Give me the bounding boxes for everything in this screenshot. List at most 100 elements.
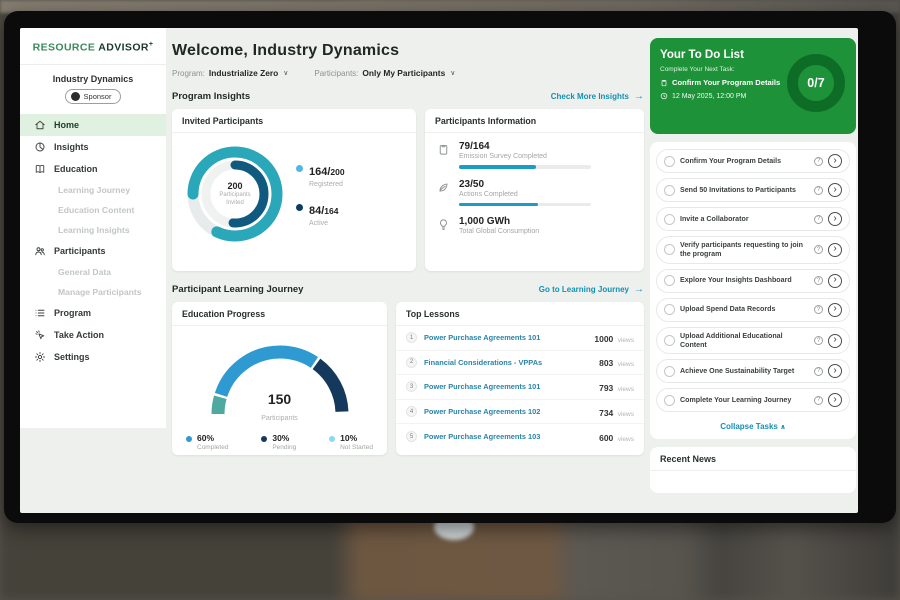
info-label: Total Global Consumption bbox=[459, 228, 539, 235]
lesson-row: 5 Power Purchase Agreements 103 600 view… bbox=[396, 424, 644, 449]
monitor-bezel: RESOURCE ADVISOR+ Industry Dynamics Spon… bbox=[4, 11, 896, 523]
task-checkbox[interactable] bbox=[664, 304, 675, 315]
lesson-title-link[interactable]: Power Purchase Agreements 101 bbox=[424, 382, 592, 391]
sidebar: RESOURCE ADVISOR+ Industry Dynamics Spon… bbox=[20, 28, 166, 428]
info-value: 79/164 bbox=[459, 141, 591, 152]
todo-tasks-card: Confirm Your Program Details ? › Send 50… bbox=[650, 142, 856, 439]
collapse-tasks-link[interactable]: Collapse Tasks ∧ bbox=[656, 417, 850, 435]
sidebar-item-label: Participants bbox=[54, 246, 106, 256]
settings-icon bbox=[34, 351, 46, 363]
todo-task-confirm-your-program-details[interactable]: Confirm Your Program Details ? › bbox=[656, 149, 850, 173]
lesson-rank: 5 bbox=[406, 431, 417, 442]
todo-task-complete-your-learning-journey[interactable]: Complete Your Learning Journey ? › bbox=[656, 388, 850, 412]
task-checkbox[interactable] bbox=[664, 395, 675, 406]
sidebar-item-education-content[interactable]: Education Content bbox=[20, 200, 166, 220]
sidebar-item-label: Learning Journey bbox=[58, 185, 130, 195]
program-filter-dropdown[interactable]: Program: Industrialize Zero ∨ bbox=[172, 68, 288, 78]
lesson-row: 2 Financial Considerations - VPPAs 803 v… bbox=[396, 351, 644, 376]
task-checkbox[interactable] bbox=[664, 244, 675, 255]
sidebar-item-label: Take Action bbox=[54, 330, 104, 340]
insights-icon bbox=[34, 141, 46, 153]
task-checkbox[interactable] bbox=[664, 156, 675, 167]
todo-task-upload-spend-data-records[interactable]: Upload Spend Data Records ? › bbox=[656, 298, 850, 322]
chevron-right-button[interactable]: › bbox=[828, 334, 842, 348]
task-label: Complete Your Learning Journey bbox=[680, 396, 809, 405]
sidebar-item-learning-insights[interactable]: Learning Insights bbox=[20, 220, 166, 240]
lesson-title-link[interactable]: Power Purchase Agreements 102 bbox=[424, 407, 592, 416]
invited-donut-chart: 200 Participants Invited bbox=[180, 139, 290, 249]
section-title-program-insights: Program Insights bbox=[172, 91, 250, 102]
program-filter-value: Industrialize Zero bbox=[209, 68, 278, 78]
help-icon[interactable]: ? bbox=[814, 245, 823, 254]
lesson-views: 600 views bbox=[599, 428, 634, 446]
sidebar-item-program[interactable]: Program bbox=[20, 302, 166, 324]
sidebar-item-insights[interactable]: Insights bbox=[20, 136, 166, 158]
help-icon[interactable]: ? bbox=[814, 305, 823, 314]
legend-active: 84/164 Active bbox=[296, 201, 345, 227]
sidebar-item-education[interactable]: Education bbox=[20, 158, 166, 180]
todo-task-achieve-one-sustainability-target[interactable]: Achieve One Sustainability Target ? › bbox=[656, 359, 850, 383]
participants-filter-dropdown[interactable]: Participants: Only My Participants ∨ bbox=[314, 68, 455, 78]
chevron-down-icon: ∨ bbox=[283, 69, 288, 77]
sidebar-item-label: Education bbox=[54, 164, 98, 174]
chevron-right-button[interactable]: › bbox=[828, 364, 842, 378]
todo-summary-card: Your To Do List Complete Your Next Task:… bbox=[650, 38, 856, 134]
check-more-insights-link[interactable]: Check More Insights → bbox=[551, 91, 644, 102]
logo-text-secondary: ADVISOR bbox=[98, 42, 149, 54]
lesson-title-link[interactable]: Financial Considerations - VPPAs bbox=[424, 358, 592, 367]
education-progress-card: Education Progress 150 Participants bbox=[172, 302, 387, 455]
main-content: Welcome, Industry Dynamics Program: Indu… bbox=[166, 28, 648, 455]
todo-task-explore-your-insights-dashboard[interactable]: Explore Your Insights Dashboard ? › bbox=[656, 269, 850, 293]
sidebar-item-general-data[interactable]: General Data bbox=[20, 262, 166, 282]
chevron-right-button[interactable]: › bbox=[828, 393, 842, 407]
go-to-learning-journey-link[interactable]: Go to Learning Journey → bbox=[539, 284, 644, 295]
chevron-right-button[interactable]: › bbox=[828, 154, 842, 168]
recent-news-card: Recent News bbox=[650, 447, 856, 493]
info-value: 23/50 bbox=[459, 179, 591, 190]
legend-not-started: 10% Not Started bbox=[329, 433, 373, 451]
help-icon[interactable]: ? bbox=[814, 396, 823, 405]
task-label: Send 50 Invitations to Participants bbox=[680, 186, 809, 195]
task-checkbox[interactable] bbox=[664, 214, 675, 225]
help-icon[interactable]: ? bbox=[814, 276, 823, 285]
lesson-title-link[interactable]: Power Purchase Agreements 101 bbox=[424, 333, 587, 342]
todo-task-invite-a-collaborator[interactable]: Invite a Collaborator ? › bbox=[656, 207, 850, 231]
participants-information-card: Participants Information 79/164 Emission… bbox=[425, 109, 644, 271]
chevron-up-icon: ∧ bbox=[780, 424, 786, 431]
task-checkbox[interactable] bbox=[664, 275, 675, 286]
chevron-right-button[interactable]: › bbox=[828, 303, 842, 317]
lesson-views: 1000 views bbox=[594, 329, 634, 347]
legend-registered: 164/200 Registered bbox=[296, 162, 345, 188]
sidebar-item-manage-participants[interactable]: Manage Participants bbox=[20, 282, 166, 302]
help-icon[interactable]: ? bbox=[814, 367, 823, 376]
todo-task-verify-participants-requesting-to-join-the-program[interactable]: Verify participants requesting to join t… bbox=[656, 236, 850, 264]
todo-task-upload-additional-educational-content[interactable]: Upload Additional Educational Content ? … bbox=[656, 327, 850, 355]
chevron-right-button[interactable]: › bbox=[828, 212, 842, 226]
help-icon[interactable]: ? bbox=[814, 157, 823, 166]
logo-text-primary: RESOURCE bbox=[33, 42, 96, 54]
take-action-icon bbox=[34, 329, 46, 341]
task-label: Invite a Collaborator bbox=[680, 215, 809, 224]
task-checkbox[interactable] bbox=[664, 366, 675, 377]
sidebar-item-settings[interactable]: Settings bbox=[20, 346, 166, 368]
sponsor-icon bbox=[71, 92, 80, 101]
chevron-right-button[interactable]: › bbox=[828, 274, 842, 288]
help-icon[interactable]: ? bbox=[814, 186, 823, 195]
chevron-right-button[interactable]: › bbox=[828, 183, 842, 197]
task-checkbox[interactable] bbox=[664, 335, 675, 346]
chevron-right-button[interactable]: › bbox=[828, 243, 842, 257]
lesson-row: 3 Power Purchase Agreements 101 793 view… bbox=[396, 375, 644, 400]
sidebar-item-participants[interactable]: Participants bbox=[20, 240, 166, 262]
sidebar-item-take-action[interactable]: Take Action bbox=[20, 324, 166, 346]
lesson-views: 793 views bbox=[599, 378, 634, 396]
card-title: Participants Information bbox=[425, 109, 644, 133]
sidebar-item-learning-journey[interactable]: Learning Journey bbox=[20, 180, 166, 200]
help-icon[interactable]: ? bbox=[814, 336, 823, 345]
progress-bar-fill bbox=[459, 203, 538, 207]
sidebar-item-label: Home bbox=[54, 120, 79, 130]
lesson-title-link[interactable]: Power Purchase Agreements 103 bbox=[424, 432, 592, 441]
todo-task-send-50-invitations-to-participants[interactable]: Send 50 Invitations to Participants ? › bbox=[656, 178, 850, 202]
sidebar-item-home[interactable]: Home bbox=[20, 114, 166, 136]
task-checkbox[interactable] bbox=[664, 185, 675, 196]
help-icon[interactable]: ? bbox=[814, 215, 823, 224]
